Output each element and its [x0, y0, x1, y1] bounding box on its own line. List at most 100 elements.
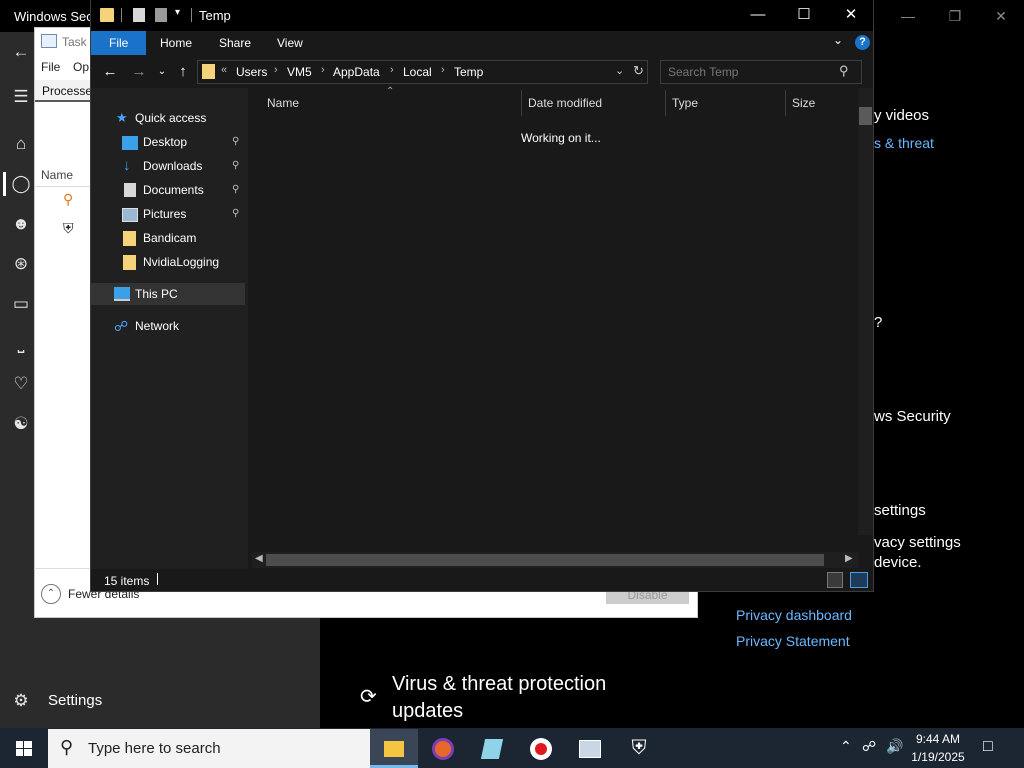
nav-desktop[interactable]: Desktop	[143, 135, 187, 149]
new-folder-icon[interactable]	[155, 8, 167, 22]
search-icon[interactable]: ⚲	[839, 63, 849, 79]
explorer-maximize-button[interactable]: ☐	[789, 4, 819, 26]
breadcrumb-temp[interactable]: Temp	[454, 65, 483, 79]
hamburger-icon[interactable]: ☰	[10, 86, 32, 108]
pin-icon[interactable]: ⚲	[232, 208, 239, 219]
properties-icon[interactable]	[133, 8, 145, 22]
nav-network[interactable]: Network	[135, 319, 179, 333]
nav-documents[interactable]: Documents	[143, 183, 204, 197]
explorer-close-button[interactable]: ✕	[836, 4, 866, 26]
task-manager-icon	[41, 34, 57, 48]
firefox-icon	[432, 738, 454, 761]
clock-time[interactable]: 9:44 AM	[908, 732, 968, 746]
taskbar-file-explorer[interactable]	[370, 729, 418, 768]
address-dropdown-icon[interactable]: ⌄	[615, 64, 624, 77]
back-arrow-icon[interactable]: ←	[10, 41, 32, 63]
scroll-right-icon[interactable]: ▶	[845, 553, 853, 564]
volume-icon[interactable]: 🔊	[886, 738, 903, 755]
taskbar-windows-security[interactable]: ⛨	[615, 729, 663, 768]
column-type[interactable]: Type	[672, 96, 698, 110]
ribbon-expand-chevron-icon[interactable]: ⌄	[833, 33, 843, 47]
ws-maximize-button[interactable]: ❐	[945, 6, 965, 26]
privacy-dashboard-link[interactable]: Privacy dashboard	[736, 607, 852, 623]
ws-minimize-button[interactable]: —	[898, 6, 918, 26]
network-icon: ☍	[114, 318, 129, 334]
nav-quick-access[interactable]: Quick access	[135, 111, 206, 125]
column-size[interactable]: Size	[792, 96, 815, 110]
person-icon[interactable]: ☻	[10, 213, 32, 235]
search-placeholder: Search Temp	[668, 65, 739, 79]
breadcrumb-users[interactable]: Users	[236, 65, 267, 79]
breadcrumb-vm5[interactable]: VM5	[287, 65, 312, 79]
recent-locations-chevron-icon[interactable]: ⌄	[152, 60, 172, 84]
column-separator[interactable]	[665, 90, 666, 116]
scroll-left-icon[interactable]: ◀	[255, 553, 263, 564]
breadcrumb-overflow[interactable]: «	[221, 64, 227, 76]
pin-icon[interactable]: ⚲	[232, 160, 239, 171]
nav-nvidia-logging[interactable]: NvidiaLogging	[143, 255, 219, 269]
virus-updates-heading-line1: Virus & threat protection	[392, 673, 607, 695]
ribbon-tab-share[interactable]: Share	[219, 36, 251, 50]
clock-date[interactable]: 1/19/2025	[908, 750, 968, 764]
taskbar-notepad[interactable]	[468, 729, 516, 768]
taskbar-paint[interactable]	[566, 729, 614, 768]
back-button[interactable]: ←	[100, 60, 120, 84]
ws-link-threat[interactable]: s & threat	[874, 135, 934, 151]
column-separator[interactable]	[785, 90, 786, 116]
start-button[interactable]	[0, 728, 48, 768]
health-heart-icon[interactable]: ♡	[10, 373, 32, 395]
download-arrow-icon: ↓	[123, 157, 131, 174]
help-icon[interactable]: ?	[855, 35, 870, 50]
column-date-modified[interactable]: Date modified	[528, 96, 602, 110]
breadcrumb-separator: ›	[321, 64, 325, 76]
horizontal-scroll-thumb[interactable]	[266, 554, 824, 566]
ribbon-tab-view[interactable]: View	[277, 36, 303, 50]
notifications-icon[interactable]: □	[983, 738, 993, 756]
home-icon[interactable]: ⌂	[10, 133, 32, 155]
vertical-scroll-thumb[interactable]	[859, 107, 872, 125]
details-view-icon[interactable]	[827, 572, 843, 588]
file-list[interactable]	[248, 88, 856, 552]
refresh-icon[interactable]: ↻	[633, 63, 644, 79]
taskbar-firefox[interactable]	[419, 729, 467, 768]
nav-bandicam[interactable]: Bandicam	[143, 231, 196, 245]
breadcrumb-appdata[interactable]: AppData	[333, 65, 380, 79]
documents-icon	[124, 183, 136, 197]
forward-button[interactable]: →	[129, 60, 149, 84]
sort-ascending-icon: ⌃	[386, 86, 395, 97]
gear-icon[interactable]: ⚙	[10, 690, 32, 712]
nav-pictures[interactable]: Pictures	[143, 207, 186, 221]
pin-icon[interactable]: ⚲	[232, 184, 239, 195]
network-tray-icon[interactable]: ☍	[862, 738, 876, 755]
taskbar-recorder[interactable]	[517, 729, 565, 768]
tm-menu-file[interactable]: File	[41, 60, 60, 74]
large-icons-view-icon[interactable]	[850, 572, 868, 588]
nav-this-pc[interactable]: This PC	[135, 287, 178, 301]
breadcrumb-separator: ›	[274, 64, 278, 76]
explorer-minimize-button[interactable]: —	[743, 4, 773, 26]
tray-overflow-chevron-icon[interactable]: ⌃	[840, 738, 852, 755]
family-icon[interactable]: ☯	[10, 413, 32, 435]
privacy-statement-link[interactable]: Privacy Statement	[736, 633, 850, 649]
ws-close-button[interactable]: ✕	[991, 6, 1011, 26]
column-separator[interactable]	[521, 90, 522, 116]
breadcrumb-local[interactable]: Local	[403, 65, 432, 79]
column-name[interactable]: Name	[267, 96, 299, 110]
explorer-ribbon	[91, 31, 873, 56]
tm-menu-options[interactable]: Op	[73, 60, 89, 74]
qat-dropdown-icon[interactable]: ▾	[175, 7, 180, 18]
tm-column-name[interactable]: Name	[41, 168, 73, 182]
vertical-scrollbar[interactable]	[858, 88, 873, 535]
ws-settings-link[interactable]: Settings	[48, 692, 102, 709]
app-browser-icon[interactable]: ▭	[10, 293, 32, 315]
wireless-icon[interactable]: ⊛	[10, 253, 32, 275]
virus-updates-heading-line2: updates	[392, 700, 464, 722]
device-icon[interactable]: ⎵	[10, 333, 32, 355]
up-button[interactable]: ↑	[173, 60, 193, 84]
shield-icon[interactable]: ◯	[10, 173, 32, 195]
nav-downloads[interactable]: Downloads	[143, 159, 202, 173]
ribbon-tab-file-label[interactable]: File	[109, 36, 128, 50]
pin-icon[interactable]: ⚲	[232, 136, 239, 147]
ribbon-tab-home[interactable]: Home	[160, 36, 192, 50]
chevron-up-icon[interactable]: ⌃	[41, 584, 61, 604]
